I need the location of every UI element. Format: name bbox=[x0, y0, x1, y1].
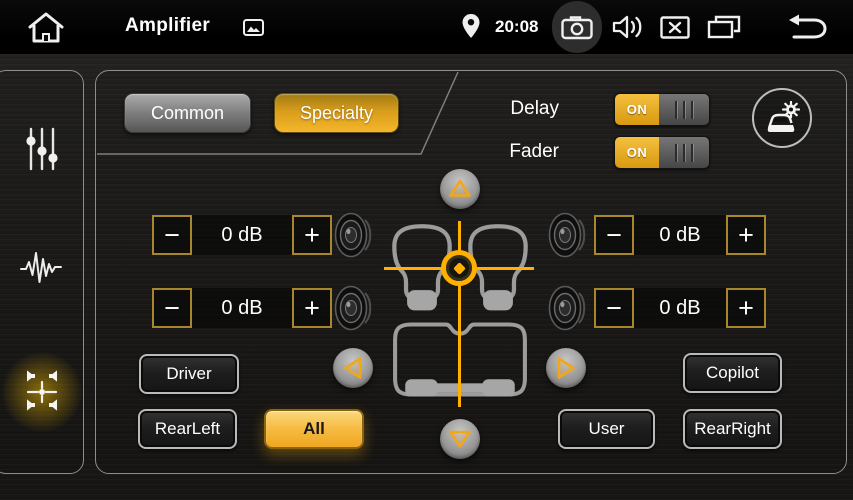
speaker-icon bbox=[334, 211, 374, 259]
right-arrow-icon bbox=[546, 348, 586, 388]
up-arrow-button[interactable] bbox=[440, 169, 480, 209]
clock: 20:08 bbox=[495, 17, 538, 37]
gain-control-rear-left: 0 dB bbox=[152, 288, 332, 328]
plus-icon bbox=[738, 295, 754, 322]
delay-label: Delay bbox=[429, 98, 559, 120]
zone-button-driver[interactable]: Driver bbox=[139, 354, 239, 394]
status-bar: Amplifier 20:08 bbox=[0, 0, 853, 54]
minus-icon bbox=[606, 295, 622, 322]
right-arrow-button[interactable] bbox=[546, 348, 586, 388]
page-title: Amplifier bbox=[125, 15, 210, 37]
car-settings-button[interactable] bbox=[752, 88, 812, 148]
increase-gain-button[interactable] bbox=[726, 215, 766, 255]
increase-gain-button[interactable] bbox=[292, 288, 332, 328]
delay-toggle[interactable]: ON bbox=[614, 93, 710, 126]
gain-control-front-left: 0 dB bbox=[152, 215, 332, 255]
toggle-handle bbox=[659, 94, 709, 125]
minus-icon bbox=[606, 222, 622, 249]
gain-value-rear-right: 0 dB bbox=[634, 288, 726, 328]
plus-icon bbox=[304, 222, 320, 249]
plus-icon bbox=[304, 295, 320, 322]
speaker-icon bbox=[548, 211, 588, 259]
fader-toggle[interactable]: ON bbox=[614, 136, 710, 169]
fader-label: Fader bbox=[429, 141, 559, 163]
decrease-gain-button[interactable] bbox=[152, 288, 192, 328]
speaker-icon bbox=[548, 284, 588, 332]
waveform-icon[interactable] bbox=[20, 247, 62, 287]
amplifier-panel: Common Specialty Delay ON Fader ON bbox=[95, 70, 847, 474]
decrease-gain-button[interactable] bbox=[594, 288, 634, 328]
gain-value-rear-left: 0 dB bbox=[192, 288, 292, 328]
decrease-gain-button[interactable] bbox=[594, 215, 634, 255]
up-arrow-icon bbox=[440, 169, 480, 209]
tab-common[interactable]: Common bbox=[124, 93, 251, 133]
plus-icon bbox=[738, 222, 754, 249]
tab-specialty[interactable]: Specialty bbox=[274, 93, 399, 133]
head-unit-screen: Amplifier 20:08 bbox=[0, 0, 853, 500]
camera-icon[interactable] bbox=[561, 15, 593, 40]
zone-button-copilot[interactable]: Copilot bbox=[683, 353, 782, 393]
back-icon[interactable] bbox=[786, 14, 828, 41]
close-window-icon[interactable] bbox=[660, 16, 690, 39]
zone-button-user[interactable]: User bbox=[558, 409, 655, 449]
equalizer-icon[interactable] bbox=[23, 126, 61, 172]
rear-bench-seat bbox=[389, 319, 531, 403]
toggle-on-state: ON bbox=[615, 94, 659, 125]
gain-control-rear-right: 0 dB bbox=[594, 288, 766, 328]
down-arrow-icon bbox=[440, 419, 480, 459]
gain-control-front-right: 0 dB bbox=[594, 215, 766, 255]
minus-icon bbox=[164, 222, 180, 249]
home-icon[interactable] bbox=[27, 11, 65, 45]
location-pin-icon bbox=[461, 13, 481, 40]
left-arrow-button[interactable] bbox=[333, 348, 373, 388]
increase-gain-button[interactable] bbox=[292, 215, 332, 255]
photo-icon[interactable] bbox=[243, 19, 264, 36]
zone-button-rear-right[interactable]: RearRight bbox=[683, 409, 782, 449]
toggle-handle bbox=[659, 137, 709, 168]
recent-apps-icon[interactable] bbox=[706, 14, 742, 40]
car-settings-icon bbox=[764, 101, 800, 135]
speaker-icon bbox=[334, 284, 374, 332]
minus-icon bbox=[164, 295, 180, 322]
left-arrow-icon bbox=[333, 348, 373, 388]
increase-gain-button[interactable] bbox=[726, 288, 766, 328]
zone-button-rear-left[interactable]: RearLeft bbox=[138, 409, 237, 449]
volume-icon[interactable] bbox=[612, 13, 646, 41]
gain-value-front-left: 0 dB bbox=[192, 215, 292, 255]
sidebar bbox=[0, 70, 84, 474]
content-area: Common Specialty Delay ON Fader ON bbox=[0, 54, 853, 500]
fader-balance-icon[interactable] bbox=[18, 368, 66, 416]
zone-button-all[interactable]: All bbox=[264, 409, 364, 449]
gain-value-front-right: 0 dB bbox=[634, 215, 726, 255]
down-arrow-button[interactable] bbox=[440, 419, 480, 459]
decrease-gain-button[interactable] bbox=[152, 215, 192, 255]
balance-target[interactable] bbox=[441, 250, 477, 286]
toggle-on-state: ON bbox=[615, 137, 659, 168]
